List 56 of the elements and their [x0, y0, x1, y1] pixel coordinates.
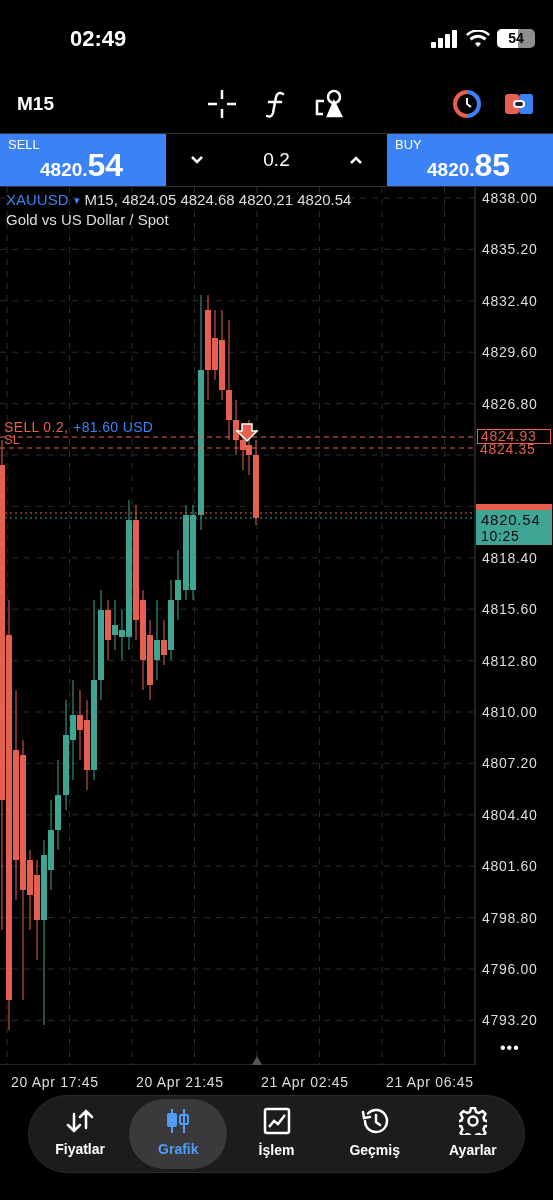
stop-loss-label: SL: [4, 433, 20, 446]
more-button[interactable]: •••: [500, 1040, 520, 1056]
volume-value[interactable]: 0.2: [263, 145, 290, 175]
sell-button[interactable]: SELL 4820.54: [0, 134, 166, 186]
crosshair-icon[interactable]: [206, 88, 238, 120]
history-icon: [359, 1107, 390, 1135]
battery-level: 54: [508, 29, 524, 48]
countdown-label: 10:25: [481, 528, 521, 544]
symbol-description: Gold vs US Dollar / Spot: [6, 210, 170, 230]
quote-text: M15, 4824.05 4824.68 4820.21 4820.54: [84, 190, 352, 210]
price-tick: 4838.00: [482, 191, 538, 205]
clock-time: 02:49: [70, 25, 127, 53]
price-tick: 4810.00: [482, 705, 538, 719]
sell-arrow-icon: [235, 423, 259, 443]
line-chart-icon: [262, 1107, 291, 1135]
price-tick: 4801.60: [482, 859, 538, 874]
bid-price-label: 4820.54: [481, 512, 542, 528]
price-tick: 4798.80: [482, 910, 538, 925]
symbol-link[interactable]: XAUUSD: [6, 190, 69, 210]
timeframe-button[interactable]: M15: [17, 89, 54, 119]
price-tick: 4832.40: [482, 293, 538, 308]
wifi-icon: [466, 29, 490, 48]
tab-button[interactable]: Geçmiş: [325, 1099, 424, 1169]
caret-icon[interactable]: ▾: [73, 190, 80, 210]
price-tick: 4807.20: [482, 756, 538, 771]
stop-loss-price-label: 4824.35: [480, 442, 536, 456]
price-tick: 4818.40: [482, 550, 538, 565]
clock-icon[interactable]: [453, 90, 481, 118]
objects-icon[interactable]: [314, 88, 344, 120]
profit-label: +81.60 USD: [73, 420, 154, 434]
price-tick: 4793.20: [482, 1013, 538, 1028]
tab-button[interactable]: Fiyatlar: [31, 1099, 130, 1169]
time-tick: 20 Apr 21:45: [136, 1073, 224, 1092]
price-tick: 4815.60: [482, 602, 538, 617]
entry-price-label: 4824.93: [477, 429, 551, 444]
price-tick: 4812.80: [482, 653, 538, 668]
signal-icon: [431, 29, 459, 48]
position-label: SELL 0.2,: [4, 420, 69, 434]
time-tick: 21 Apr 06:45: [386, 1073, 474, 1092]
tab-button[interactable]: Grafik: [129, 1099, 228, 1169]
settings-icon: [458, 1107, 487, 1135]
buy-button[interactable]: BUY 4820.85: [387, 134, 553, 186]
chevron-up-icon[interactable]: [349, 155, 363, 165]
chevron-down-icon[interactable]: [190, 155, 204, 165]
time-tick: 21 Apr 02:45: [261, 1073, 349, 1092]
time-tick: 20 Apr 17:45: [11, 1073, 99, 1092]
price-tick: 4826.80: [482, 396, 538, 411]
tab-button[interactable]: İşlem: [227, 1099, 326, 1169]
sort-arrows-icon: [65, 1108, 96, 1134]
price-tick: 4796.00: [482, 962, 538, 976]
price-tick: 4829.60: [482, 345, 538, 360]
tab-button[interactable]: Ayarlar: [423, 1099, 522, 1169]
price-tick: 4835.20: [482, 242, 538, 257]
toggle-icon[interactable]: [505, 93, 533, 115]
time-marker-icon: [252, 1056, 262, 1065]
price-tick: 4804.40: [482, 807, 538, 822]
